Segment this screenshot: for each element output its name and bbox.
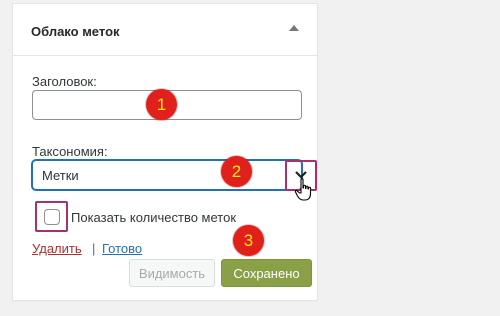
step-marker-2: 2 <box>221 156 252 187</box>
tag-cloud-widget: Облако меток Заголовок: Таксономия: Метк… <box>12 3 318 301</box>
step-marker-1: 1 <box>146 89 177 120</box>
taxonomy-label: Таксономия: <box>32 144 108 159</box>
delete-link[interactable]: Удалить <box>32 241 82 256</box>
collapse-arrow-icon[interactable] <box>289 25 299 31</box>
widget-header[interactable]: Облако меток <box>13 4 317 56</box>
show-count-checkbox[interactable] <box>44 209 60 225</box>
step-marker-3: 3 <box>233 225 264 256</box>
saved-button[interactable]: Сохранено <box>221 259 312 287</box>
show-count-highlight <box>35 201 68 232</box>
widget-title: Облако меток <box>31 24 120 39</box>
taxonomy-select[interactable]: Метки <box>32 160 302 190</box>
show-count-label[interactable]: Показать количество меток <box>71 210 236 225</box>
title-label: Заголовок: <box>32 74 97 89</box>
link-separator: | <box>92 241 96 256</box>
taxonomy-selected-value: Метки <box>42 168 79 183</box>
hand-cursor-icon <box>294 178 312 201</box>
visibility-button[interactable]: Видимость <box>129 259 215 287</box>
done-link[interactable]: Готово <box>102 241 142 256</box>
